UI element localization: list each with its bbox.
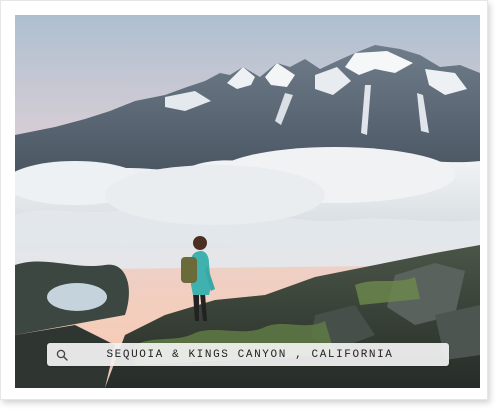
lake (47, 283, 107, 311)
search-icon (55, 348, 69, 362)
mountain-photo (15, 15, 480, 388)
print-canvas: SEQUOIA & KINGS CANYON , CALIFORNIA (0, 0, 500, 413)
landscape-scene (15, 15, 480, 388)
caption-bar: SEQUOIA & KINGS CANYON , CALIFORNIA (47, 343, 449, 366)
hiker-backpack (181, 257, 197, 283)
cloud-puff (105, 165, 325, 225)
caption-text: SEQUOIA & KINGS CANYON , CALIFORNIA (106, 348, 394, 361)
white-frame: SEQUOIA & KINGS CANYON , CALIFORNIA (0, 0, 488, 400)
hiker-head (193, 236, 207, 250)
